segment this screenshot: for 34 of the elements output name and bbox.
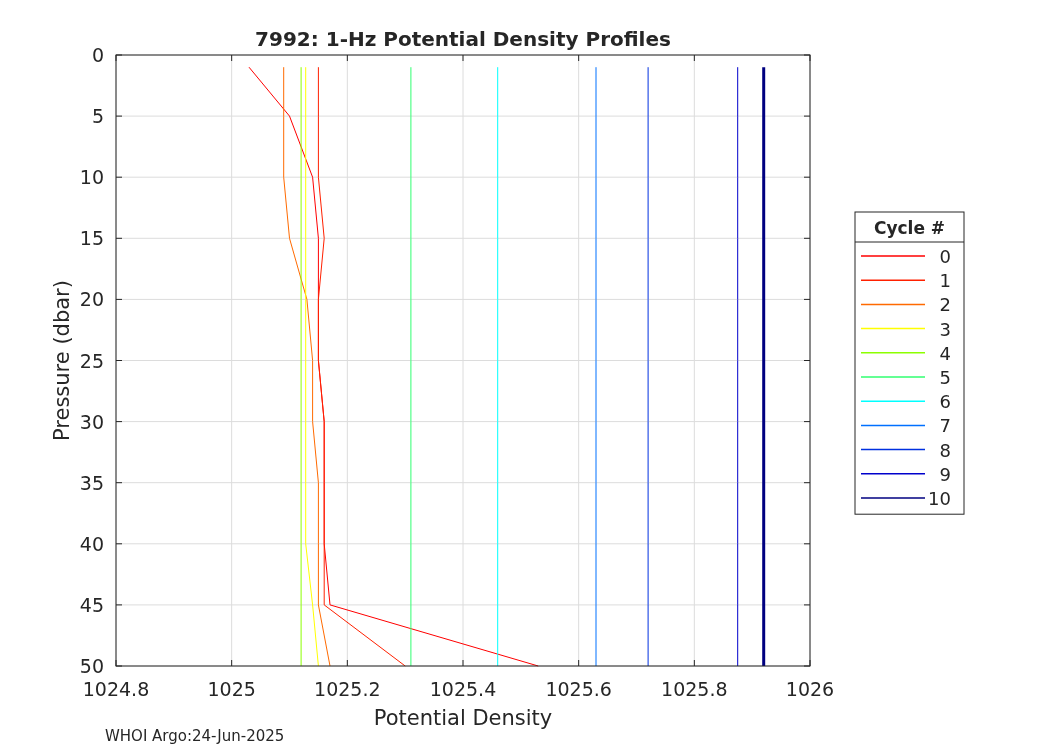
legend-label: 1: [939, 270, 951, 292]
y-tick-label: 15: [79, 227, 104, 250]
legend-label: 4: [939, 342, 951, 364]
x-tick-label: 1025.4: [429, 678, 497, 700]
y-tick-label: 0: [91, 44, 104, 66]
x-axis-label: Potential Density: [373, 706, 553, 730]
y-tick-label: 5: [91, 105, 104, 128]
legend-title: Cycle #: [873, 218, 946, 238]
y-tick-label: 30: [79, 410, 104, 433]
footer-text: WHOI Argo:24-Jun-2025: [105, 727, 285, 745]
x-tick-label: 1025.8: [661, 678, 728, 700]
legend-label: 10: [928, 488, 951, 509]
x-tick-label: 1024.8: [82, 678, 150, 700]
legend-label: 7: [939, 415, 951, 437]
y-tick-label: 20: [79, 288, 104, 311]
chart-title: 7992: 1-Hz Potential Density Profiles: [255, 27, 671, 51]
x-tick-label: 1026: [785, 678, 835, 700]
y-tick-label: 40: [79, 532, 104, 555]
x-tick-label: 1025: [207, 678, 256, 700]
y-tick-label: 50: [79, 655, 104, 677]
y-tick-label: 10: [79, 166, 104, 189]
y-tick-label: 25: [79, 349, 104, 372]
y-tick-label: 35: [79, 471, 104, 494]
legend-label: 0: [939, 246, 951, 267]
x-tick-label: 1025.2: [314, 678, 381, 700]
y-axis-label: Pressure (dbar): [50, 280, 74, 441]
legend-label: 6: [939, 391, 951, 413]
legend-label: 8: [939, 439, 951, 461]
legend-label: 2: [939, 294, 951, 316]
legend-label: 9: [939, 463, 951, 485]
legend-label: 3: [939, 318, 951, 340]
y-tick-label: 45: [79, 593, 104, 616]
x-tick-label: 1025.6: [545, 678, 612, 700]
legend-label: 5: [939, 367, 951, 388]
